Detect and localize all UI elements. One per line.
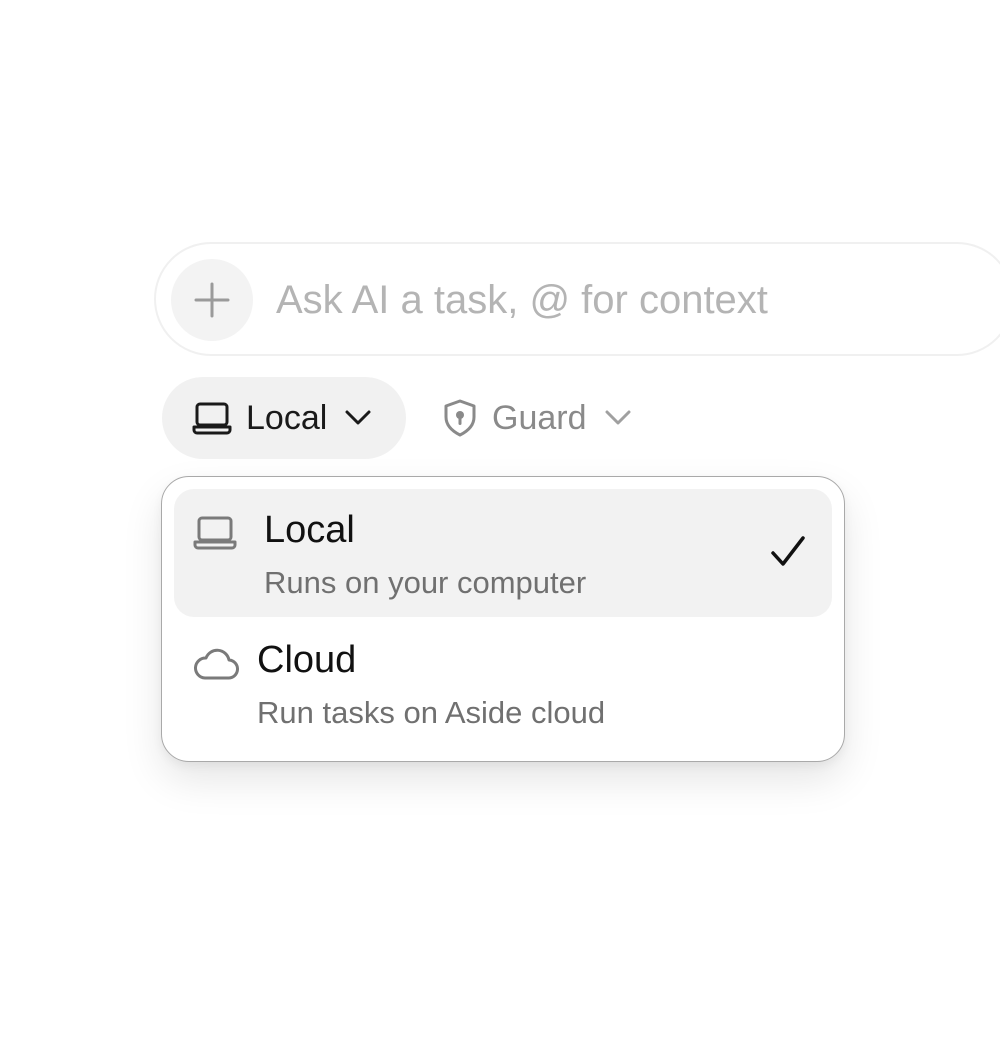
mode-option-cloud[interactable]: Cloud Run tasks on Aside cloud (174, 619, 832, 747)
prompt-input[interactable] (276, 270, 976, 330)
mode-option-description: Run tasks on Aside cloud (257, 695, 606, 730)
laptop-icon (192, 402, 232, 435)
mode-dropdown-menu: Local Runs on your computer Cloud Run ta… (161, 476, 845, 762)
laptop-icon (193, 516, 237, 550)
mode-option-title: Cloud (257, 639, 357, 681)
guard-selector-button[interactable]: Guard (442, 377, 631, 459)
plus-icon (194, 282, 230, 318)
cloud-icon (194, 648, 239, 680)
check-icon (771, 536, 805, 566)
guard-selector-label: Guard (492, 398, 587, 437)
add-context-button[interactable] (171, 259, 253, 341)
mode-selector-label: Local (246, 398, 328, 437)
chevron-down-icon (345, 410, 371, 425)
mode-selector-button[interactable]: Local (162, 377, 406, 459)
chevron-down-icon (605, 410, 630, 425)
mode-option-title: Local (264, 509, 355, 551)
mode-option-description: Runs on your computer (264, 565, 587, 600)
shield-lock-icon (444, 399, 476, 437)
mode-option-local[interactable]: Local Runs on your computer (174, 489, 832, 617)
